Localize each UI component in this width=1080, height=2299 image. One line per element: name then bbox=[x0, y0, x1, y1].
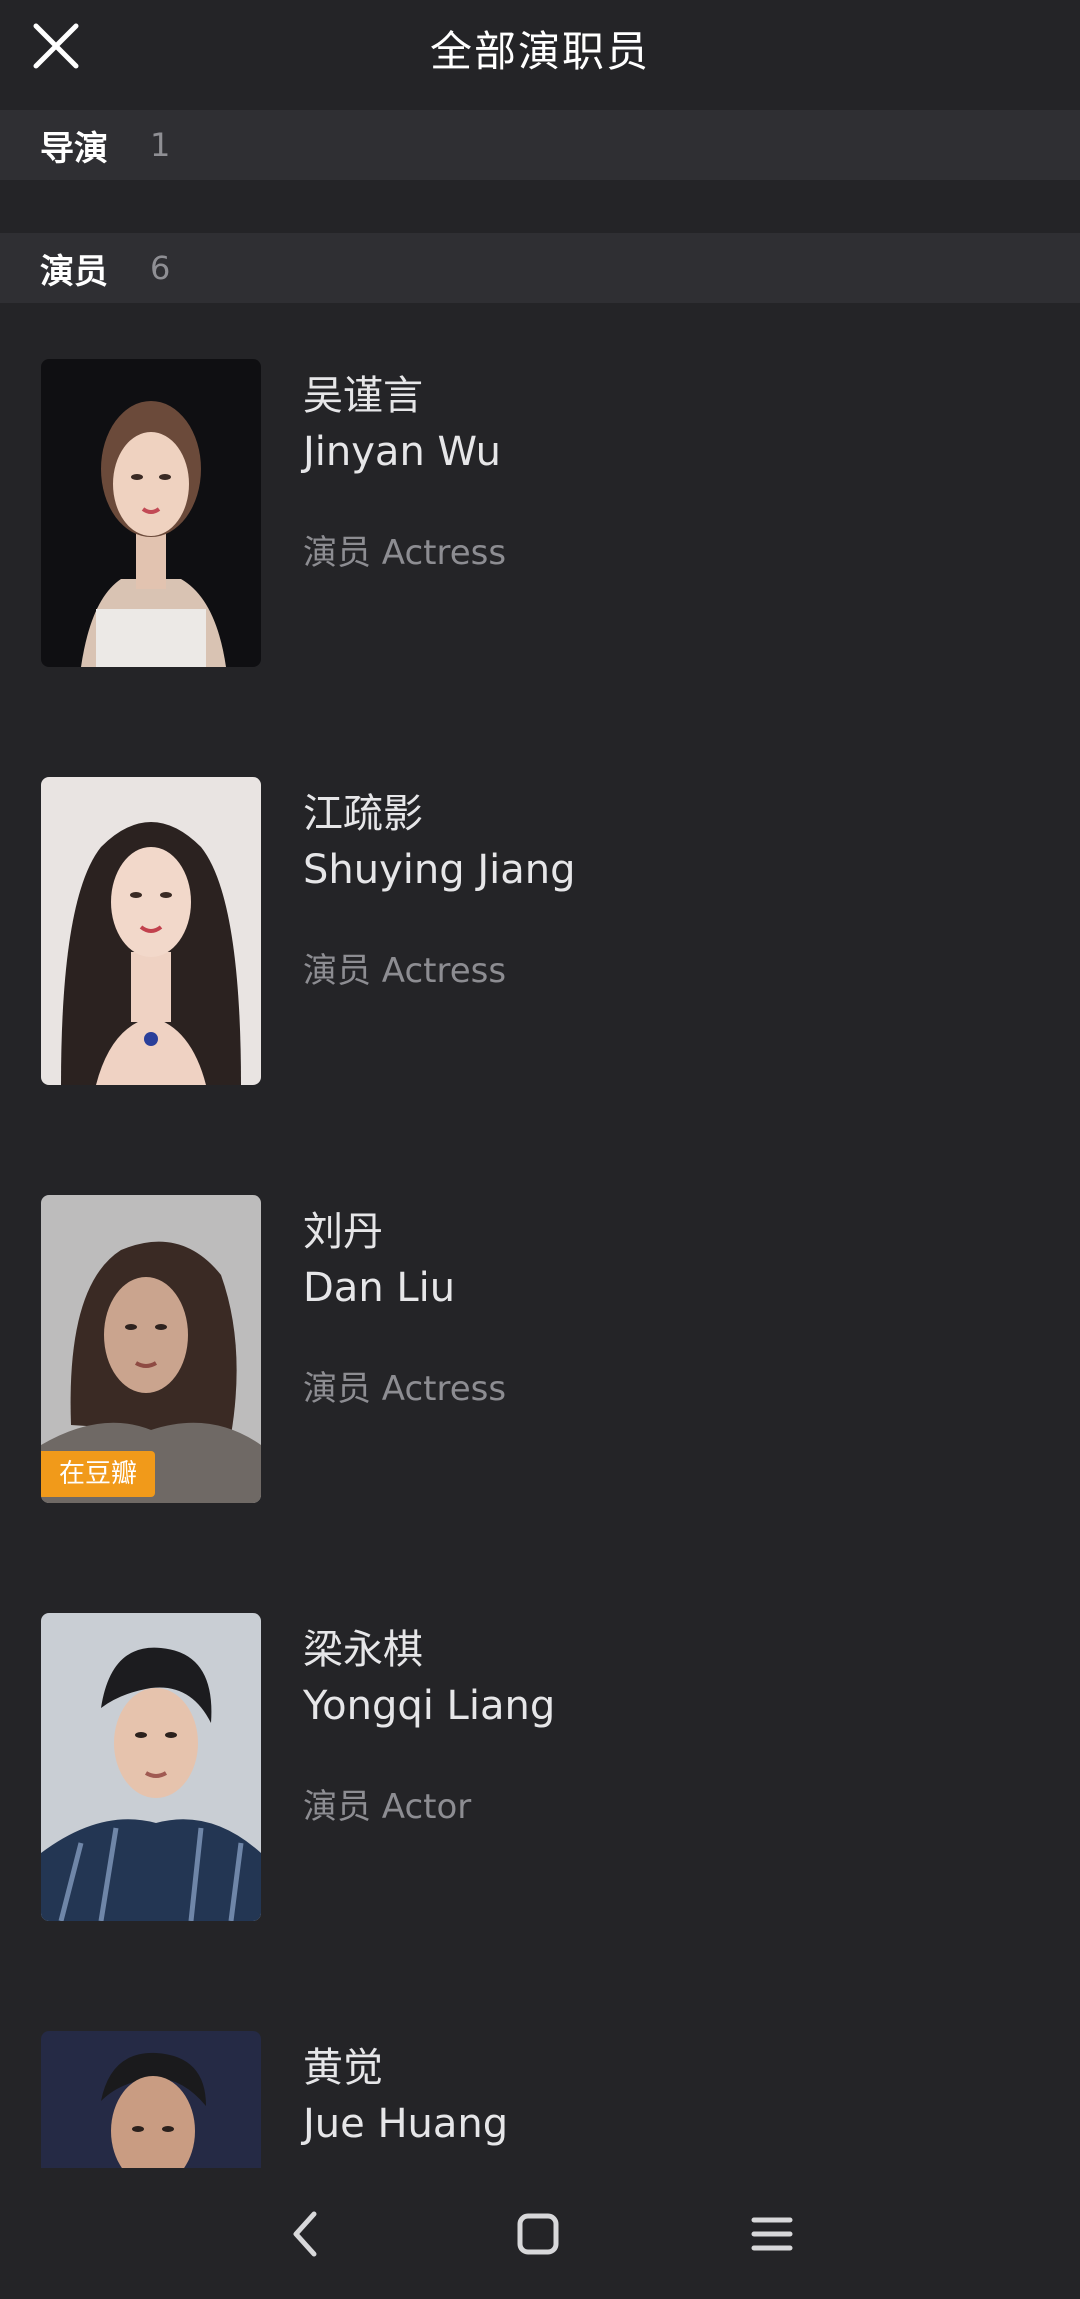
system-navigation-bar bbox=[0, 2168, 1080, 2299]
top-bar: 全部演职员 bbox=[0, 0, 1080, 108]
cast-name-cn: 江疏影 bbox=[303, 791, 423, 837]
section-label: 演员 bbox=[40, 251, 108, 292]
cast-name-cn: 吴谨言 bbox=[303, 373, 423, 419]
cast-photo bbox=[41, 1613, 261, 1921]
cast-list-item[interactable]: 江疏影 Shuying Jiang 演员 Actress bbox=[0, 777, 1080, 1087]
cast-role: 演员 Actress bbox=[303, 951, 507, 991]
cast-photo: 在豆瓣 bbox=[41, 1195, 261, 1503]
menu-button[interactable] bbox=[736, 2198, 808, 2270]
cast-name-en: Dan Liu bbox=[303, 1265, 456, 1311]
section-header-director: 导演 1 bbox=[0, 110, 1080, 180]
section-count: 6 bbox=[150, 249, 171, 287]
cast-name-en: Yongqi Liang bbox=[303, 1683, 556, 1729]
hamburger-icon bbox=[751, 2217, 793, 2251]
section-count: 1 bbox=[150, 126, 171, 164]
home-button[interactable] bbox=[502, 2198, 574, 2270]
section-label: 导演 bbox=[40, 128, 108, 169]
cast-photo bbox=[41, 2031, 261, 2168]
cast-photo bbox=[41, 777, 261, 1085]
cast-name-cn: 黄觉 bbox=[303, 2045, 383, 2091]
cast-list-item[interactable]: 黄觉 Jue Huang bbox=[0, 2031, 1080, 2168]
chevron-left-icon bbox=[293, 2211, 317, 2257]
section-header-cast: 演员 6 bbox=[0, 233, 1080, 303]
cast-list-item[interactable]: 梁永棋 Yongqi Liang 演员 Actor bbox=[0, 1613, 1080, 1923]
cast-name-cn: 刘丹 bbox=[303, 1209, 383, 1255]
rounded-square-icon bbox=[517, 2213, 559, 2255]
cast-role: 演员 Actress bbox=[303, 1369, 507, 1409]
douban-badge: 在豆瓣 bbox=[41, 1451, 156, 1497]
cast-list-item[interactable]: 在豆瓣 刘丹 Dan Liu 演员 Actress bbox=[0, 1195, 1080, 1505]
back-button[interactable] bbox=[270, 2198, 342, 2270]
cast-name-cn: 梁永棋 bbox=[303, 1627, 423, 1673]
cast-list-item[interactable]: 吴谨言 Jinyan Wu 演员 Actress bbox=[0, 359, 1080, 669]
cast-name-en: Jue Huang bbox=[303, 2101, 509, 2147]
cast-role: 演员 Actor bbox=[303, 1787, 472, 1827]
cast-name-en: Jinyan Wu bbox=[303, 429, 501, 475]
cast-name-en: Shuying Jiang bbox=[303, 847, 576, 893]
cast-photo bbox=[41, 359, 261, 667]
cast-role: 演员 Actress bbox=[303, 533, 507, 573]
page-title: 全部演职员 bbox=[429, 27, 650, 76]
